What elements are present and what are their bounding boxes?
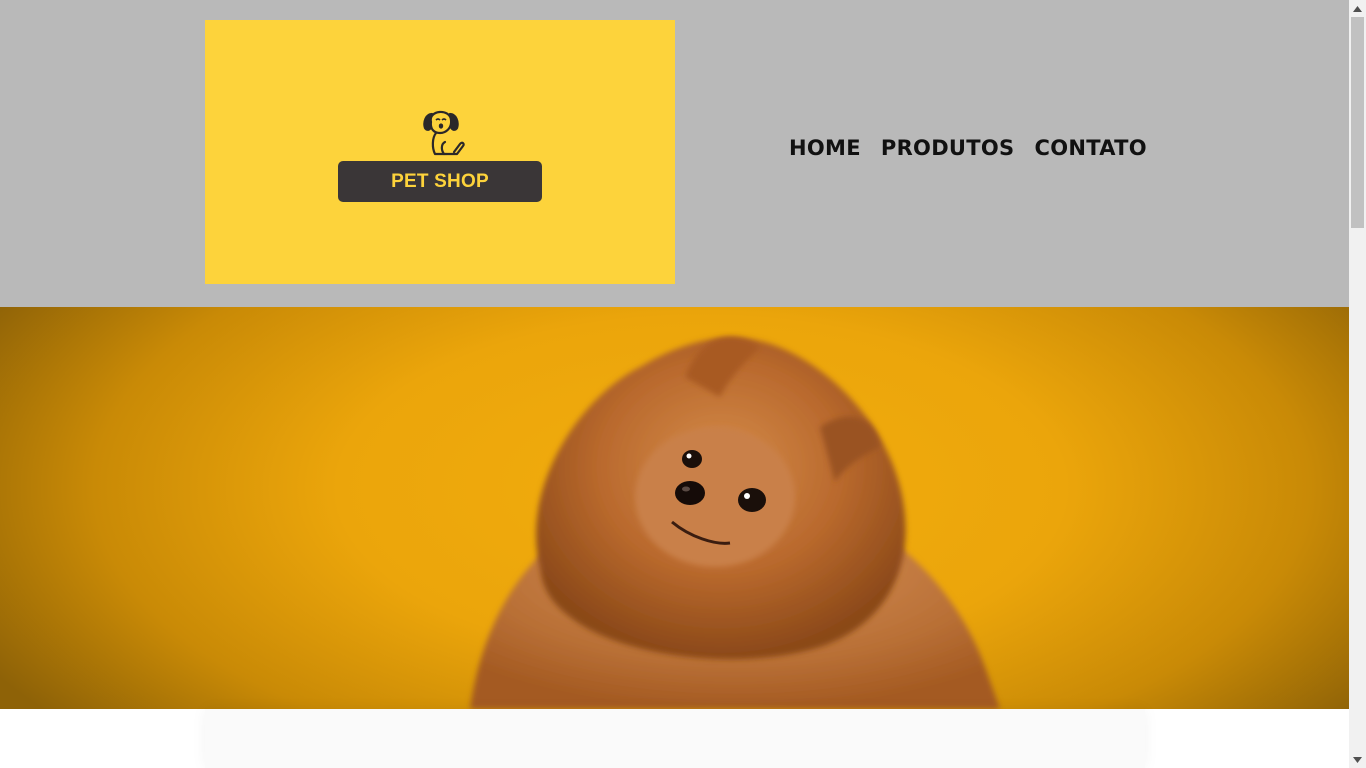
scroll-up-arrow-icon[interactable] [1349,0,1366,17]
site-header: PET SHOP HOME PRODUTOS CONTATO [0,0,1349,307]
vertical-scrollbar[interactable] [1349,0,1366,768]
pomeranian-dog-photo [470,337,1000,709]
nav-produtos-link[interactable]: PRODUTOS [881,136,1015,160]
logo-badge: PET SHOP [338,161,542,202]
scroll-thumb[interactable] [1351,17,1364,228]
nav-contato-link[interactable]: CONTATO [1034,136,1146,160]
scroll-down-arrow-icon[interactable] [1349,751,1366,768]
nav-home-link[interactable]: HOME [789,136,861,160]
logo[interactable]: PET SHOP [205,20,675,284]
main-nav: HOME PRODUTOS CONTATO [789,136,1147,160]
dog-icon [423,110,465,156]
content-section [205,709,1145,768]
page: PET SHOP HOME PRODUTOS CONTATO [0,0,1349,768]
hero-banner [0,307,1349,709]
